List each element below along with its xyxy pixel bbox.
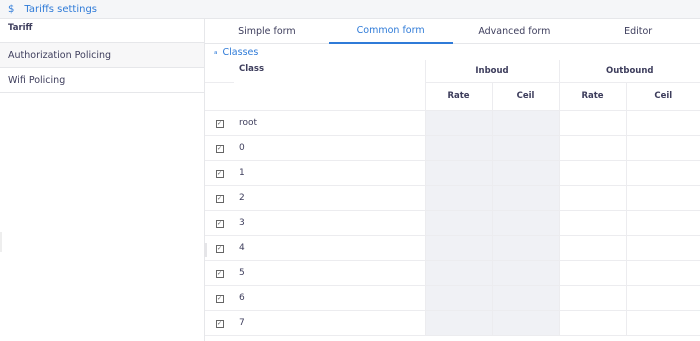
inbound-rate-cell[interactable] [424,260,492,286]
inbound-ceil-cell[interactable] [491,160,559,186]
tab-common-form[interactable]: Common form [328,19,453,44]
sidebar-item-label: Authorization Policing [8,49,112,61]
row-checkbox[interactable]: ✓ [205,310,234,336]
tab-editor[interactable]: Editor [576,19,700,44]
outbound-rate-cell[interactable] [558,235,626,261]
section-title: Classes [222,46,259,58]
outbound-ceil-cell[interactable] [625,285,700,311]
inbound-ceil-cell[interactable] [491,110,559,136]
sidebar-item-authorization-policing[interactable]: Authorization Policing [0,43,204,68]
outbound-ceil-header: Ceil [625,82,700,111]
inbound-rate-cell[interactable] [424,210,492,236]
table-row: ✓ 2 [205,185,700,211]
inbound-rate-cell[interactable] [424,310,492,336]
class-name: 1 [234,160,425,186]
row-checkbox[interactable]: ✓ [205,160,234,186]
class-name: root [234,110,425,136]
outbound-ceil-cell[interactable] [625,110,700,136]
outbound-rate-cell[interactable] [558,210,626,236]
class-name: 6 [234,285,425,311]
class-name: 4 [234,235,425,261]
outbound-ceil-cell[interactable] [625,210,700,236]
table-row: ✓ 4 [205,235,700,261]
main-panel: Simple form Common form Advanced form Ed… [205,19,700,341]
inbound-rate-header: Rate [424,82,492,111]
inbound-rate-cell[interactable] [424,235,492,261]
inbound-ceil-cell[interactable] [491,310,559,336]
checkbox-column-header [205,82,234,111]
inbound-ceil-header: Ceil [491,82,559,111]
tab-advanced-form[interactable]: Advanced form [453,19,577,44]
inbound-header: Inboud [424,60,559,83]
inbound-ceil-cell[interactable] [491,135,559,161]
sidebar: Tariff Authorization Policing Wifi Polic… [0,19,205,341]
inbound-rate-cell[interactable] [424,185,492,211]
outbound-rate-cell[interactable] [558,285,626,311]
outbound-rate-cell[interactable] [558,310,626,336]
row-checkbox[interactable]: ✓ [205,110,234,136]
inbound-ceil-cell[interactable] [491,210,559,236]
row-checkbox[interactable]: ✓ [205,235,234,261]
row-checkbox[interactable]: ✓ [205,135,234,161]
inbound-rate-cell[interactable] [424,135,492,161]
class-name: 0 [234,135,425,161]
table-row: ✓ 5 [205,260,700,286]
class-name: 5 [234,260,425,286]
outbound-rate-cell[interactable] [558,110,626,136]
left-edge-handle[interactable] [0,232,2,252]
table-row: ✓ 7 [205,310,700,336]
class-name: 2 [234,185,425,211]
inbound-ceil-cell[interactable] [491,235,559,261]
table-row: ✓ 6 [205,285,700,311]
outbound-ceil-cell[interactable] [625,135,700,161]
sidebar-item-label: Wifi Policing [8,74,66,86]
outbound-rate-cell[interactable] [558,185,626,211]
table-row: ✓ root [205,110,700,136]
inbound-rate-cell[interactable] [424,110,492,136]
checkbox-column-header [205,60,234,83]
table-row: ✓ 3 [205,210,700,236]
table-row: ✓ 1 [205,160,700,186]
table-row: ✓ 0 [205,135,700,161]
outbound-rate-cell[interactable] [558,260,626,286]
inbound-ceil-cell[interactable] [491,285,559,311]
row-checkbox[interactable]: ✓ [205,260,234,286]
class-name: 3 [234,210,425,236]
tab-bar: Simple form Common form Advanced form Ed… [205,19,700,44]
outbound-ceil-cell[interactable] [625,160,700,186]
inbound-rate-cell[interactable] [424,285,492,311]
sidebar-item-tariff[interactable]: Tariff [0,19,204,43]
tab-simple-form[interactable]: Simple form [205,19,329,44]
inbound-rate-cell[interactable] [424,160,492,186]
classes-icon: ₐ [214,47,218,57]
sidebar-item-wifi-policing[interactable]: Wifi Policing [0,68,204,93]
row-checkbox[interactable]: ✓ [205,285,234,311]
page-title: Tariffs settings [24,3,98,15]
classes-table: Class Inboud Outbound Rate Ceil Rate Cei… [205,60,700,336]
sidebar-item-label: Tariff [8,23,33,33]
outbound-ceil-cell[interactable] [625,185,700,211]
class-column-header: Class [234,60,425,111]
class-name: 7 [234,310,425,336]
classes-section-header: ₐ Classes [214,45,258,59]
outbound-ceil-cell[interactable] [625,235,700,261]
page-header: $ Tariffs settings [0,0,700,19]
row-checkbox[interactable]: ✓ [205,185,234,211]
inbound-ceil-cell[interactable] [491,185,559,211]
outbound-rate-cell[interactable] [558,135,626,161]
outbound-rate-cell[interactable] [558,160,626,186]
outbound-ceil-cell[interactable] [625,260,700,286]
dollar-icon: $ [8,3,15,15]
outbound-rate-header: Rate [558,82,626,111]
row-checkbox[interactable]: ✓ [205,210,234,236]
outbound-ceil-cell[interactable] [625,310,700,336]
outbound-header: Outbound [558,60,700,83]
inbound-ceil-cell[interactable] [491,260,559,286]
